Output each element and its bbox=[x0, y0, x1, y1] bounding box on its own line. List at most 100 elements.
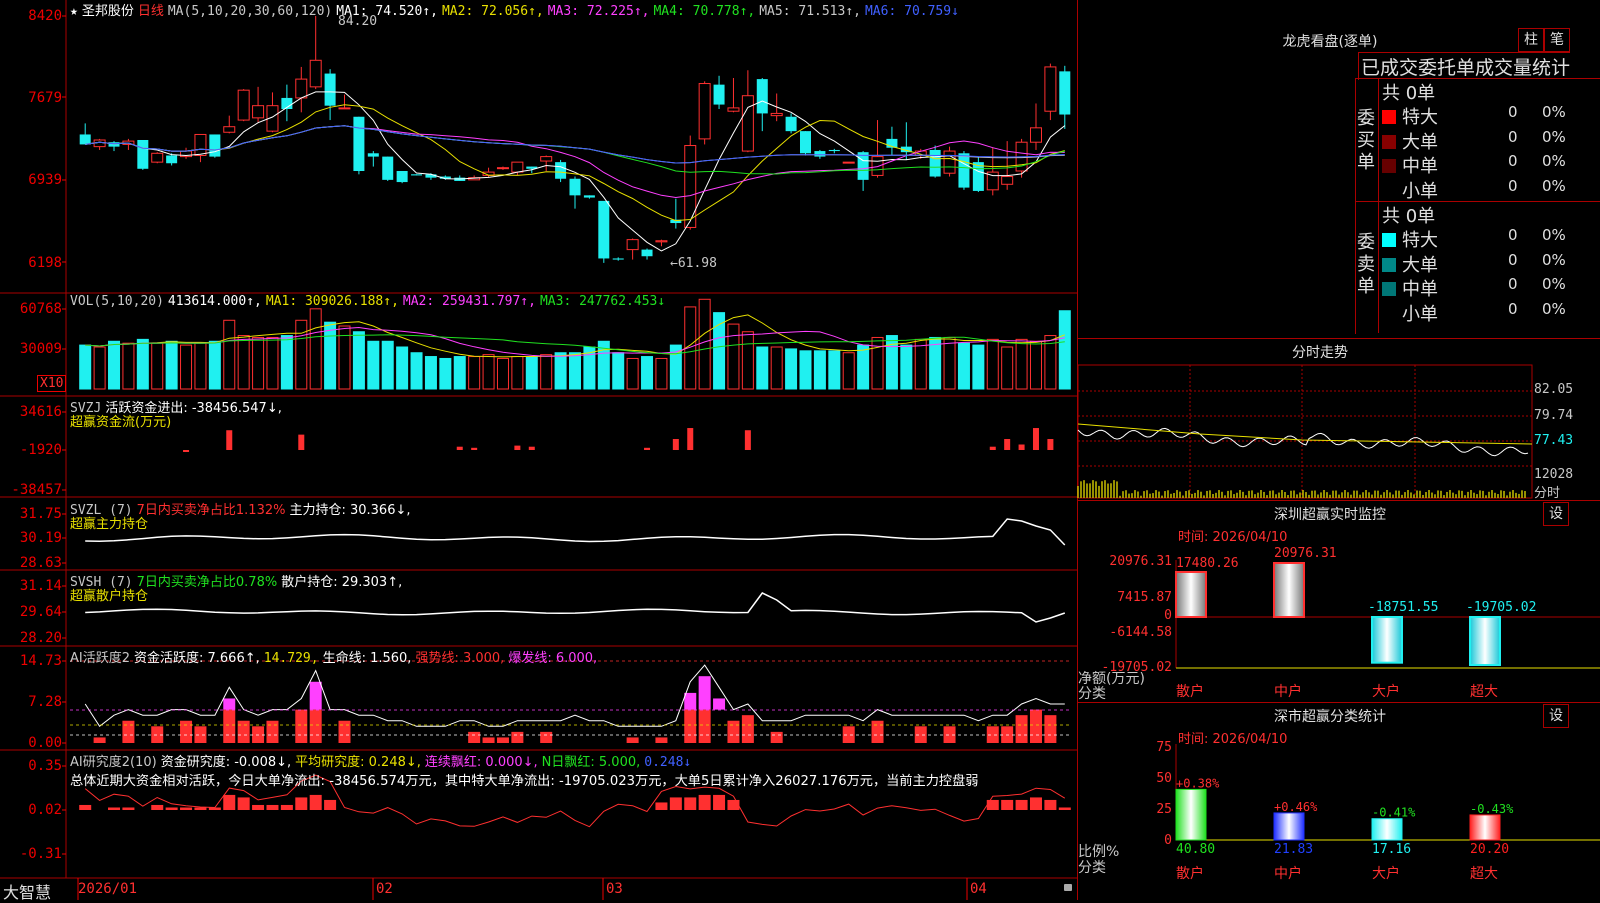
candle-body bbox=[194, 133, 207, 156]
cls-settings-button[interactable]: 设 bbox=[1543, 704, 1569, 728]
ai2-label: AI研究度2(10) bbox=[70, 755, 157, 770]
ma1-line bbox=[85, 91, 1066, 252]
flow-bar bbox=[1018, 444, 1025, 450]
rt-ytick: 7415.87 bbox=[1117, 590, 1172, 605]
research-bar bbox=[612, 810, 625, 816]
price-chart-header: ★ 圣邦股份 日线 MA(5,10,20,30,60,120) MA1: 74.520↑… bbox=[70, 0, 963, 19]
svzl-hold: 主力持仓: 30.366↓, bbox=[289, 503, 411, 518]
flow-bar bbox=[312, 450, 319, 453]
candle-body bbox=[338, 107, 351, 110]
svzj-ytick: 34616 bbox=[19, 404, 62, 420]
flow-bar bbox=[341, 450, 348, 459]
tick-view-button[interactable]: 笔 bbox=[1544, 28, 1570, 52]
buy-row-pct: 0% bbox=[1542, 152, 1566, 170]
low-price-label: ←61.98 bbox=[670, 256, 717, 271]
sell-total: 共 0单 bbox=[1382, 206, 1436, 227]
ai2-v4: N日飘红: 5.000, bbox=[541, 755, 641, 770]
volume-bar bbox=[871, 336, 884, 390]
candle-body bbox=[814, 151, 826, 157]
volume-bar bbox=[540, 354, 553, 390]
lock-icon[interactable] bbox=[1064, 884, 1072, 891]
ai2-v3: 连续飘红: 0.000↓, bbox=[424, 755, 538, 770]
volume-bar bbox=[180, 344, 193, 390]
cls-category-label: 散户 bbox=[1176, 865, 1204, 882]
candle-body bbox=[871, 156, 884, 176]
vol-unit-badge[interactable]: X10 bbox=[37, 375, 67, 392]
candle-body bbox=[93, 139, 106, 148]
flow-bar bbox=[96, 450, 103, 461]
volume-bar bbox=[1029, 340, 1042, 390]
lhb-title: 龙虎看盘(逐单) bbox=[1282, 34, 1378, 50]
activity-bar bbox=[338, 720, 351, 743]
research-bar bbox=[957, 810, 970, 818]
research-bar bbox=[482, 810, 495, 818]
sell-color-swatch bbox=[1382, 257, 1396, 272]
volume-bar bbox=[857, 344, 870, 390]
cls-bar-change: +0.46% bbox=[1274, 800, 1318, 814]
activity-bar bbox=[79, 715, 92, 743]
flow-bar bbox=[139, 450, 146, 459]
candle-body bbox=[137, 139, 149, 169]
svsh-hold: 散户持仓: 29.303↑, bbox=[281, 575, 403, 590]
volume-bar bbox=[972, 344, 985, 390]
candle-body bbox=[252, 105, 265, 119]
candle-body bbox=[324, 73, 336, 106]
volume-bar bbox=[785, 348, 798, 390]
candle-body bbox=[842, 161, 855, 164]
candle-body bbox=[309, 59, 322, 88]
rt-settings-button[interactable]: 设 bbox=[1543, 502, 1569, 526]
volume-bar bbox=[554, 352, 567, 390]
activity-bar bbox=[93, 737, 106, 743]
research-bar bbox=[1044, 799, 1057, 810]
volume-bar bbox=[496, 357, 509, 390]
candle-body bbox=[1029, 127, 1042, 143]
activity-bar bbox=[554, 731, 567, 743]
flow-bar bbox=[111, 450, 118, 454]
volume-bar bbox=[986, 338, 999, 390]
vol-ytick: 30009 bbox=[19, 341, 62, 357]
high-price-label: 84.20 bbox=[338, 14, 378, 29]
buy-row-value: 0 bbox=[1508, 152, 1518, 170]
volume-bar bbox=[1058, 310, 1071, 390]
cls-xlabel: 分类 bbox=[1078, 860, 1106, 876]
activity-bar bbox=[496, 737, 509, 743]
sell-row-value: 0 bbox=[1508, 250, 1518, 269]
flow-bar bbox=[1047, 439, 1054, 450]
vol-label: VOL(5,10,20) bbox=[70, 294, 164, 309]
volume-bar bbox=[324, 321, 337, 390]
sell-row-pct: 0% bbox=[1542, 226, 1566, 244]
volume-bar bbox=[309, 308, 322, 390]
cls-time: 时间: 2026/04/10 bbox=[1178, 732, 1288, 747]
flow-bar bbox=[802, 450, 809, 454]
ai2-summary: 总体近期大资金相对活跃，今日大单净流出: -38456.574万元，其中特大单净… bbox=[70, 774, 979, 789]
activity-bar bbox=[165, 720, 178, 743]
ts-ytick: 82.05 bbox=[1534, 382, 1574, 397]
candle-body bbox=[626, 239, 639, 251]
flow-bar bbox=[82, 450, 89, 454]
activity-burst-bar bbox=[684, 692, 697, 710]
sell-row-pct: 0% bbox=[1542, 275, 1566, 293]
flow-bar bbox=[154, 450, 161, 455]
research-bar bbox=[165, 807, 178, 810]
activity-bar bbox=[280, 720, 293, 743]
rt-bar-value: -18751.55 bbox=[1368, 600, 1438, 615]
activity-bar bbox=[972, 731, 985, 743]
activity-bar bbox=[424, 737, 437, 743]
svzl-ratio: 7日内买卖净占比1.132% bbox=[136, 503, 286, 518]
research-bar bbox=[424, 810, 437, 818]
candle-body bbox=[598, 200, 610, 259]
period-label[interactable]: 日线 bbox=[138, 4, 164, 19]
activity-bar bbox=[597, 731, 610, 743]
favorite-star-icon[interactable]: ★ bbox=[70, 4, 78, 19]
candle-body bbox=[367, 153, 379, 157]
activity-burst-bar bbox=[698, 676, 711, 710]
cls-bar-change: -0.43% bbox=[1470, 802, 1514, 816]
activity-bar bbox=[223, 709, 236, 743]
buy-side-label: 委买单 bbox=[1357, 108, 1375, 173]
flow-bar bbox=[932, 450, 939, 454]
volume-bar bbox=[396, 346, 409, 390]
bar-view-button[interactable]: 柱 bbox=[1518, 28, 1544, 52]
flow-bar bbox=[355, 450, 362, 464]
flow-bar bbox=[586, 450, 593, 454]
activity-bar bbox=[309, 709, 322, 743]
